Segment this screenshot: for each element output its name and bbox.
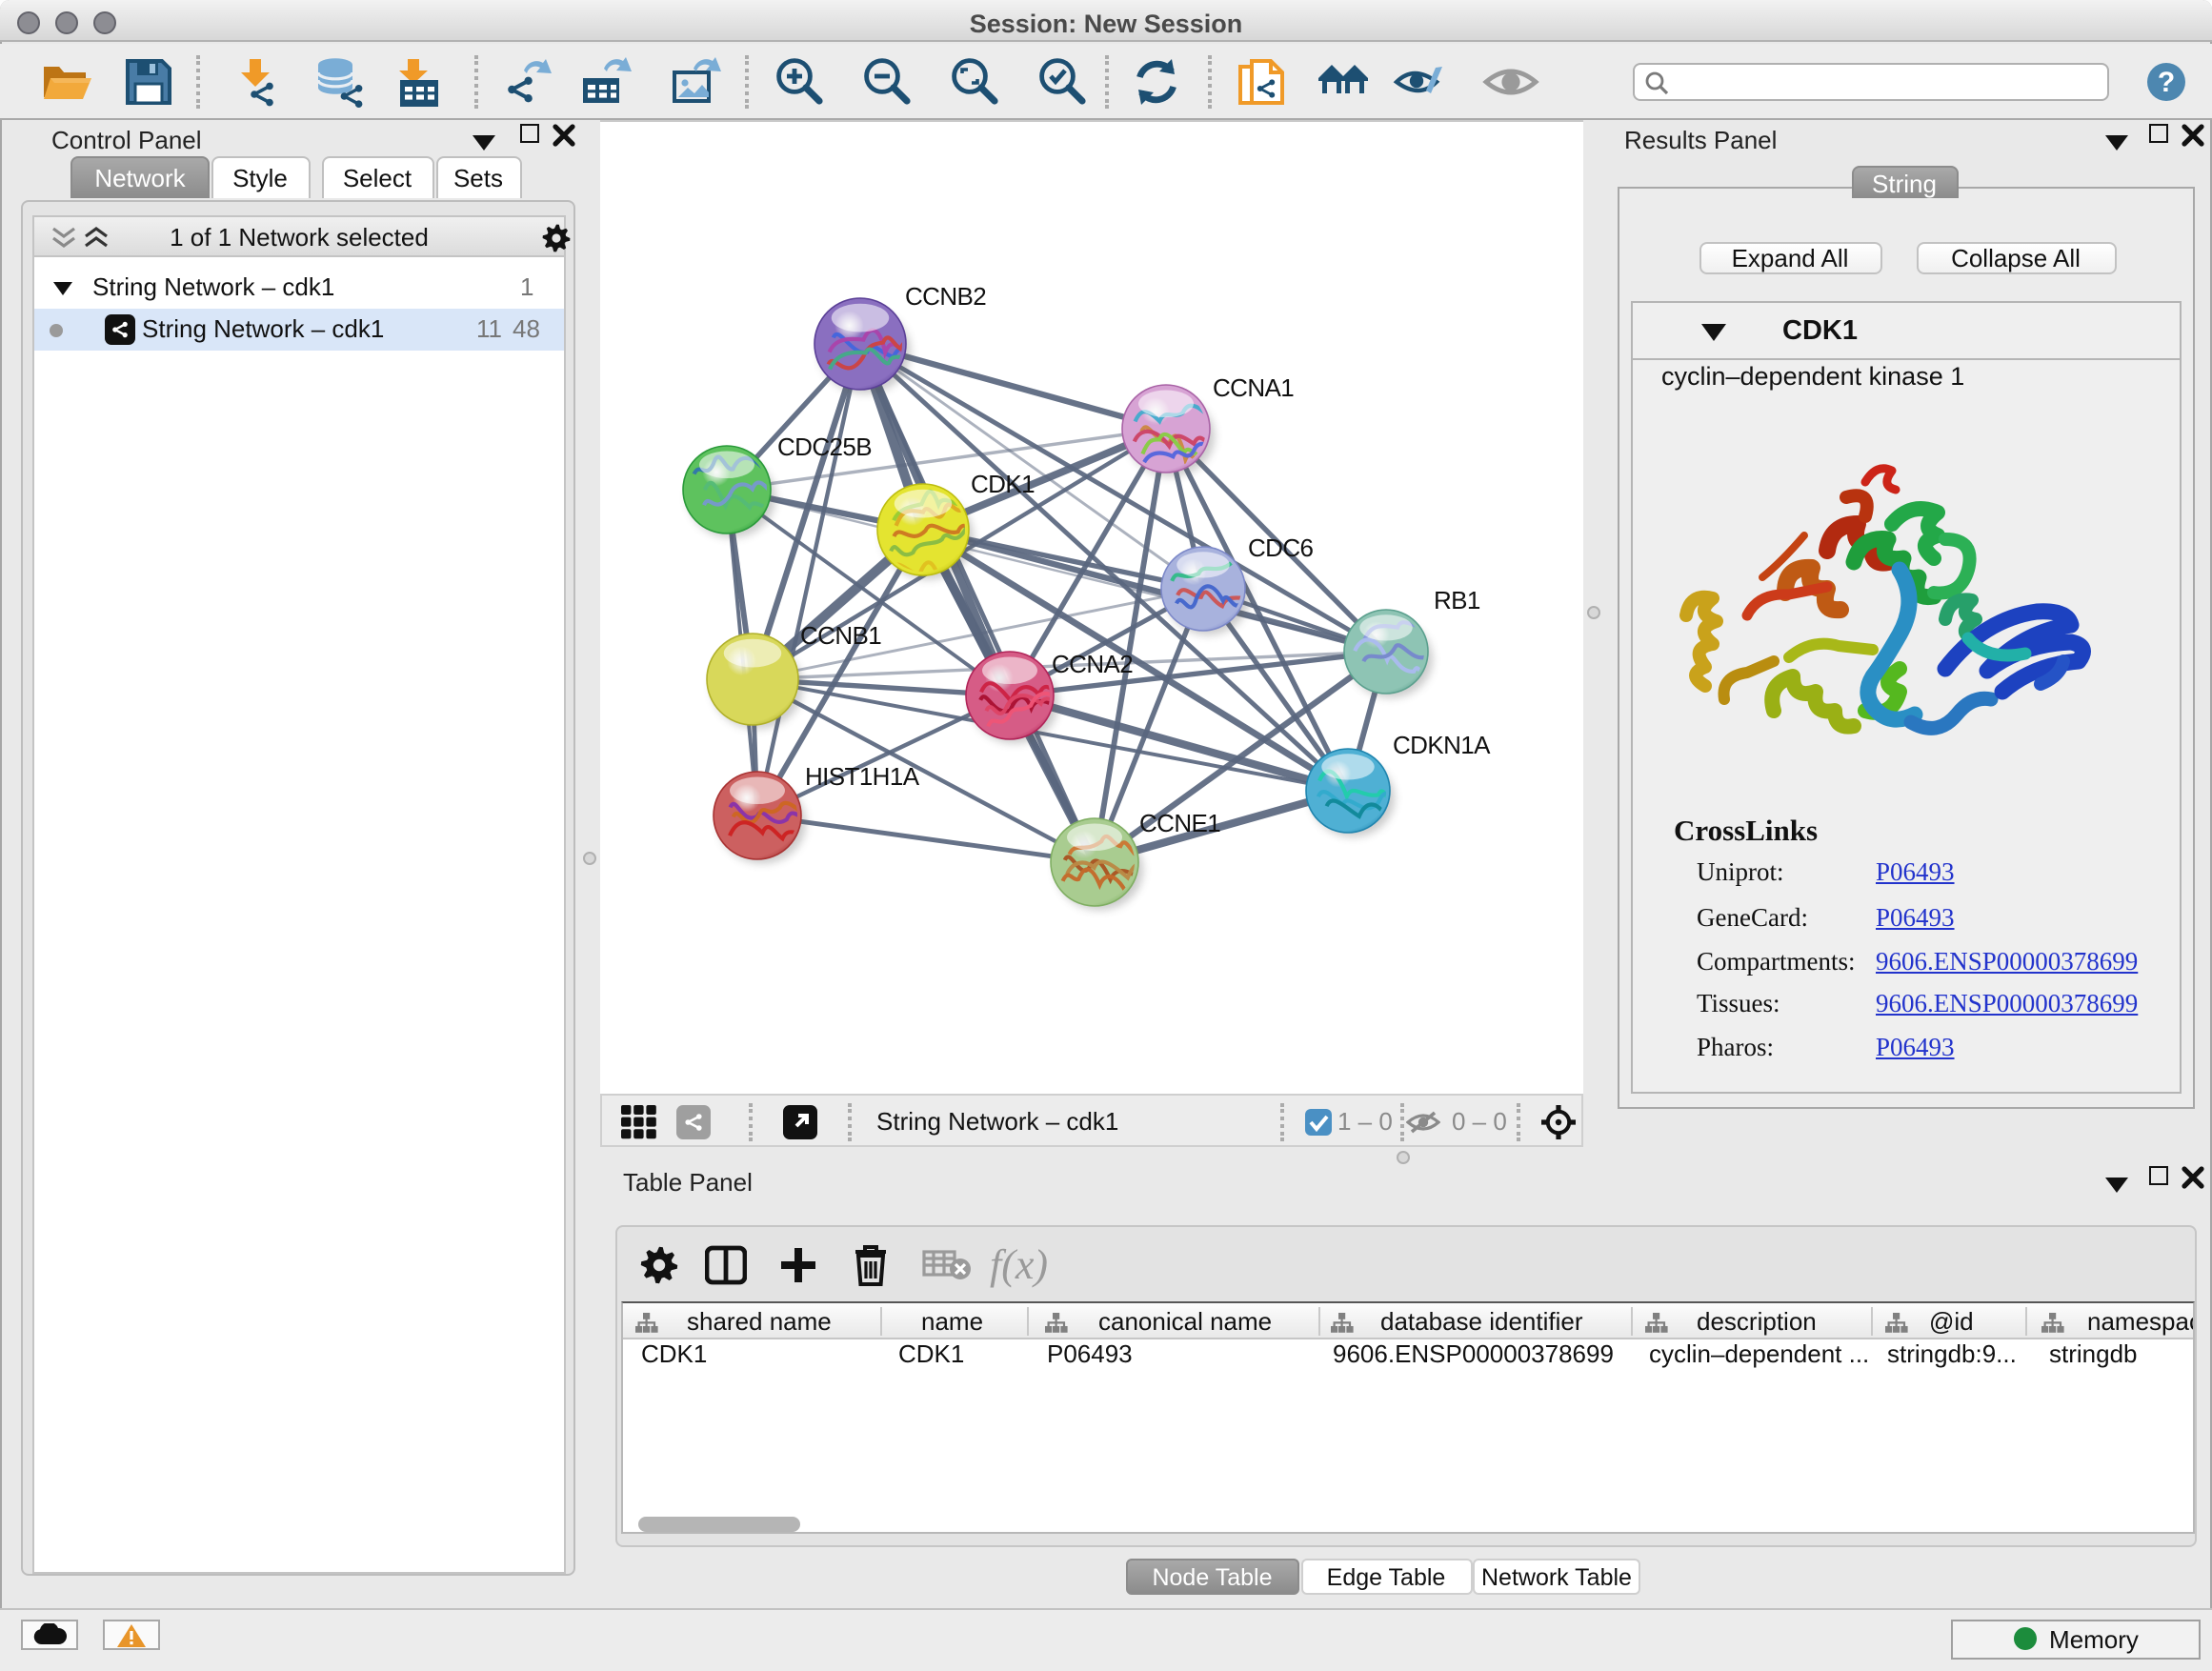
- svg-text:CDC25B: CDC25B: [777, 433, 872, 461]
- svg-text:CCNA2: CCNA2: [1052, 650, 1133, 678]
- svg-text:CDK1: CDK1: [971, 470, 1035, 498]
- svg-text:RB1: RB1: [1434, 586, 1480, 614]
- svg-text:CCNB2: CCNB2: [905, 282, 986, 311]
- svg-text:CCNE1: CCNE1: [1139, 809, 1220, 837]
- svg-text:CCNA1: CCNA1: [1213, 373, 1294, 402]
- svg-text:CDKN1A: CDKN1A: [1393, 731, 1491, 759]
- svg-text:HIST1H1A: HIST1H1A: [805, 762, 920, 791]
- svg-text:CDC6: CDC6: [1248, 534, 1314, 562]
- svg-text:?: ?: [2158, 67, 2175, 98]
- svg-text:CCNB1: CCNB1: [800, 621, 881, 650]
